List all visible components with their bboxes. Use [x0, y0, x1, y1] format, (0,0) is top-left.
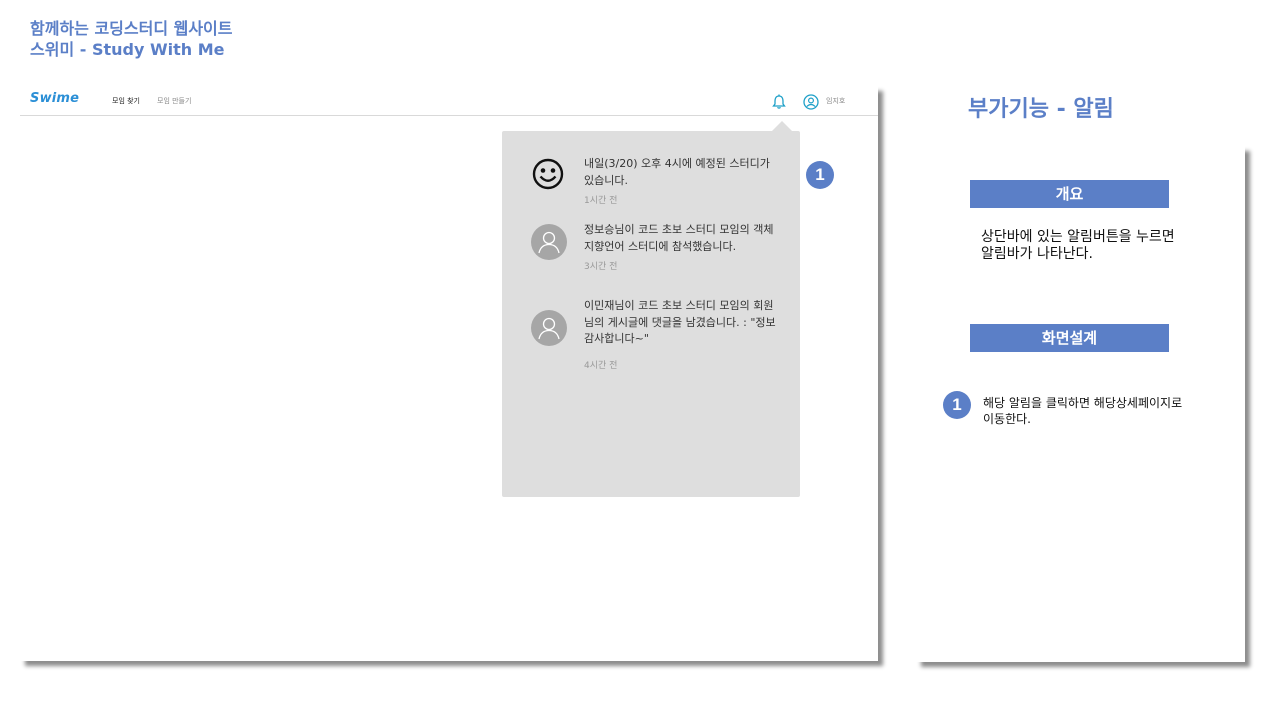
default-avatar-icon	[531, 224, 567, 260]
popup-pointer	[772, 121, 792, 131]
nav-find-group[interactable]: 모임 찾기	[112, 96, 140, 106]
default-avatar-icon	[531, 310, 567, 346]
notification-time: 1시간 전	[584, 196, 618, 206]
notification-time: 3시간 전	[584, 262, 618, 272]
item1-description: 해당 알림을 클릭하면 해당상세페이지로 이동한다.	[983, 396, 1183, 426]
website-mockup: Swime 모임 찾기 모임 만들기 임지호 내일(3/20) 오후 4시에 예…	[20, 86, 878, 661]
notification-popup: 내일(3/20) 오후 4시에 예정된 스터디가 있습니다. 1시간 전 정보승…	[502, 131, 800, 497]
bell-icon[interactable]	[771, 94, 787, 110]
notification-text: 정보승님이 코드 초보 스터디 모임의 객체 지향언어 스터디에 참석했습니다.	[584, 223, 774, 253]
document-title-line1: 함께하는 코딩스터디 웹사이트	[30, 19, 233, 38]
swime-logo[interactable]: Swime	[30, 91, 79, 106]
notification-text: 내일(3/20) 오후 4시에 예정된 스터디가 있습니다.	[584, 157, 770, 187]
document-title-line2: 스위미 - Study With Me	[30, 40, 225, 59]
callout-badge-1: 1	[806, 161, 834, 189]
description-badge-1: 1	[943, 391, 971, 419]
feature-title: 부가기능 - 알림	[968, 97, 1114, 122]
screen-design-header: 화면설계	[970, 324, 1169, 352]
notification-text: 이민재님이 코드 초보 스터디 모임의 회원님의 게시글에 댓글을 남겼습니다.…	[584, 299, 776, 345]
username-label[interactable]: 임지호	[826, 96, 845, 106]
nav-create-group[interactable]: 모임 만들기	[157, 96, 191, 106]
top-nav-bar: Swime 모임 찾기 모임 만들기 임지호	[20, 86, 878, 116]
document-title: 함께하는 코딩스터디 웹사이트 스위미 - Study With Me	[30, 18, 233, 60]
smiley-icon	[532, 158, 564, 190]
notification-time: 4시간 전	[584, 361, 618, 371]
overview-header: 개요	[970, 180, 1169, 208]
overview-text: 상단바에 있는 알림버튼을 누르면 알림바가 나타난다.	[981, 229, 1175, 262]
user-profile-icon[interactable]	[803, 94, 819, 110]
